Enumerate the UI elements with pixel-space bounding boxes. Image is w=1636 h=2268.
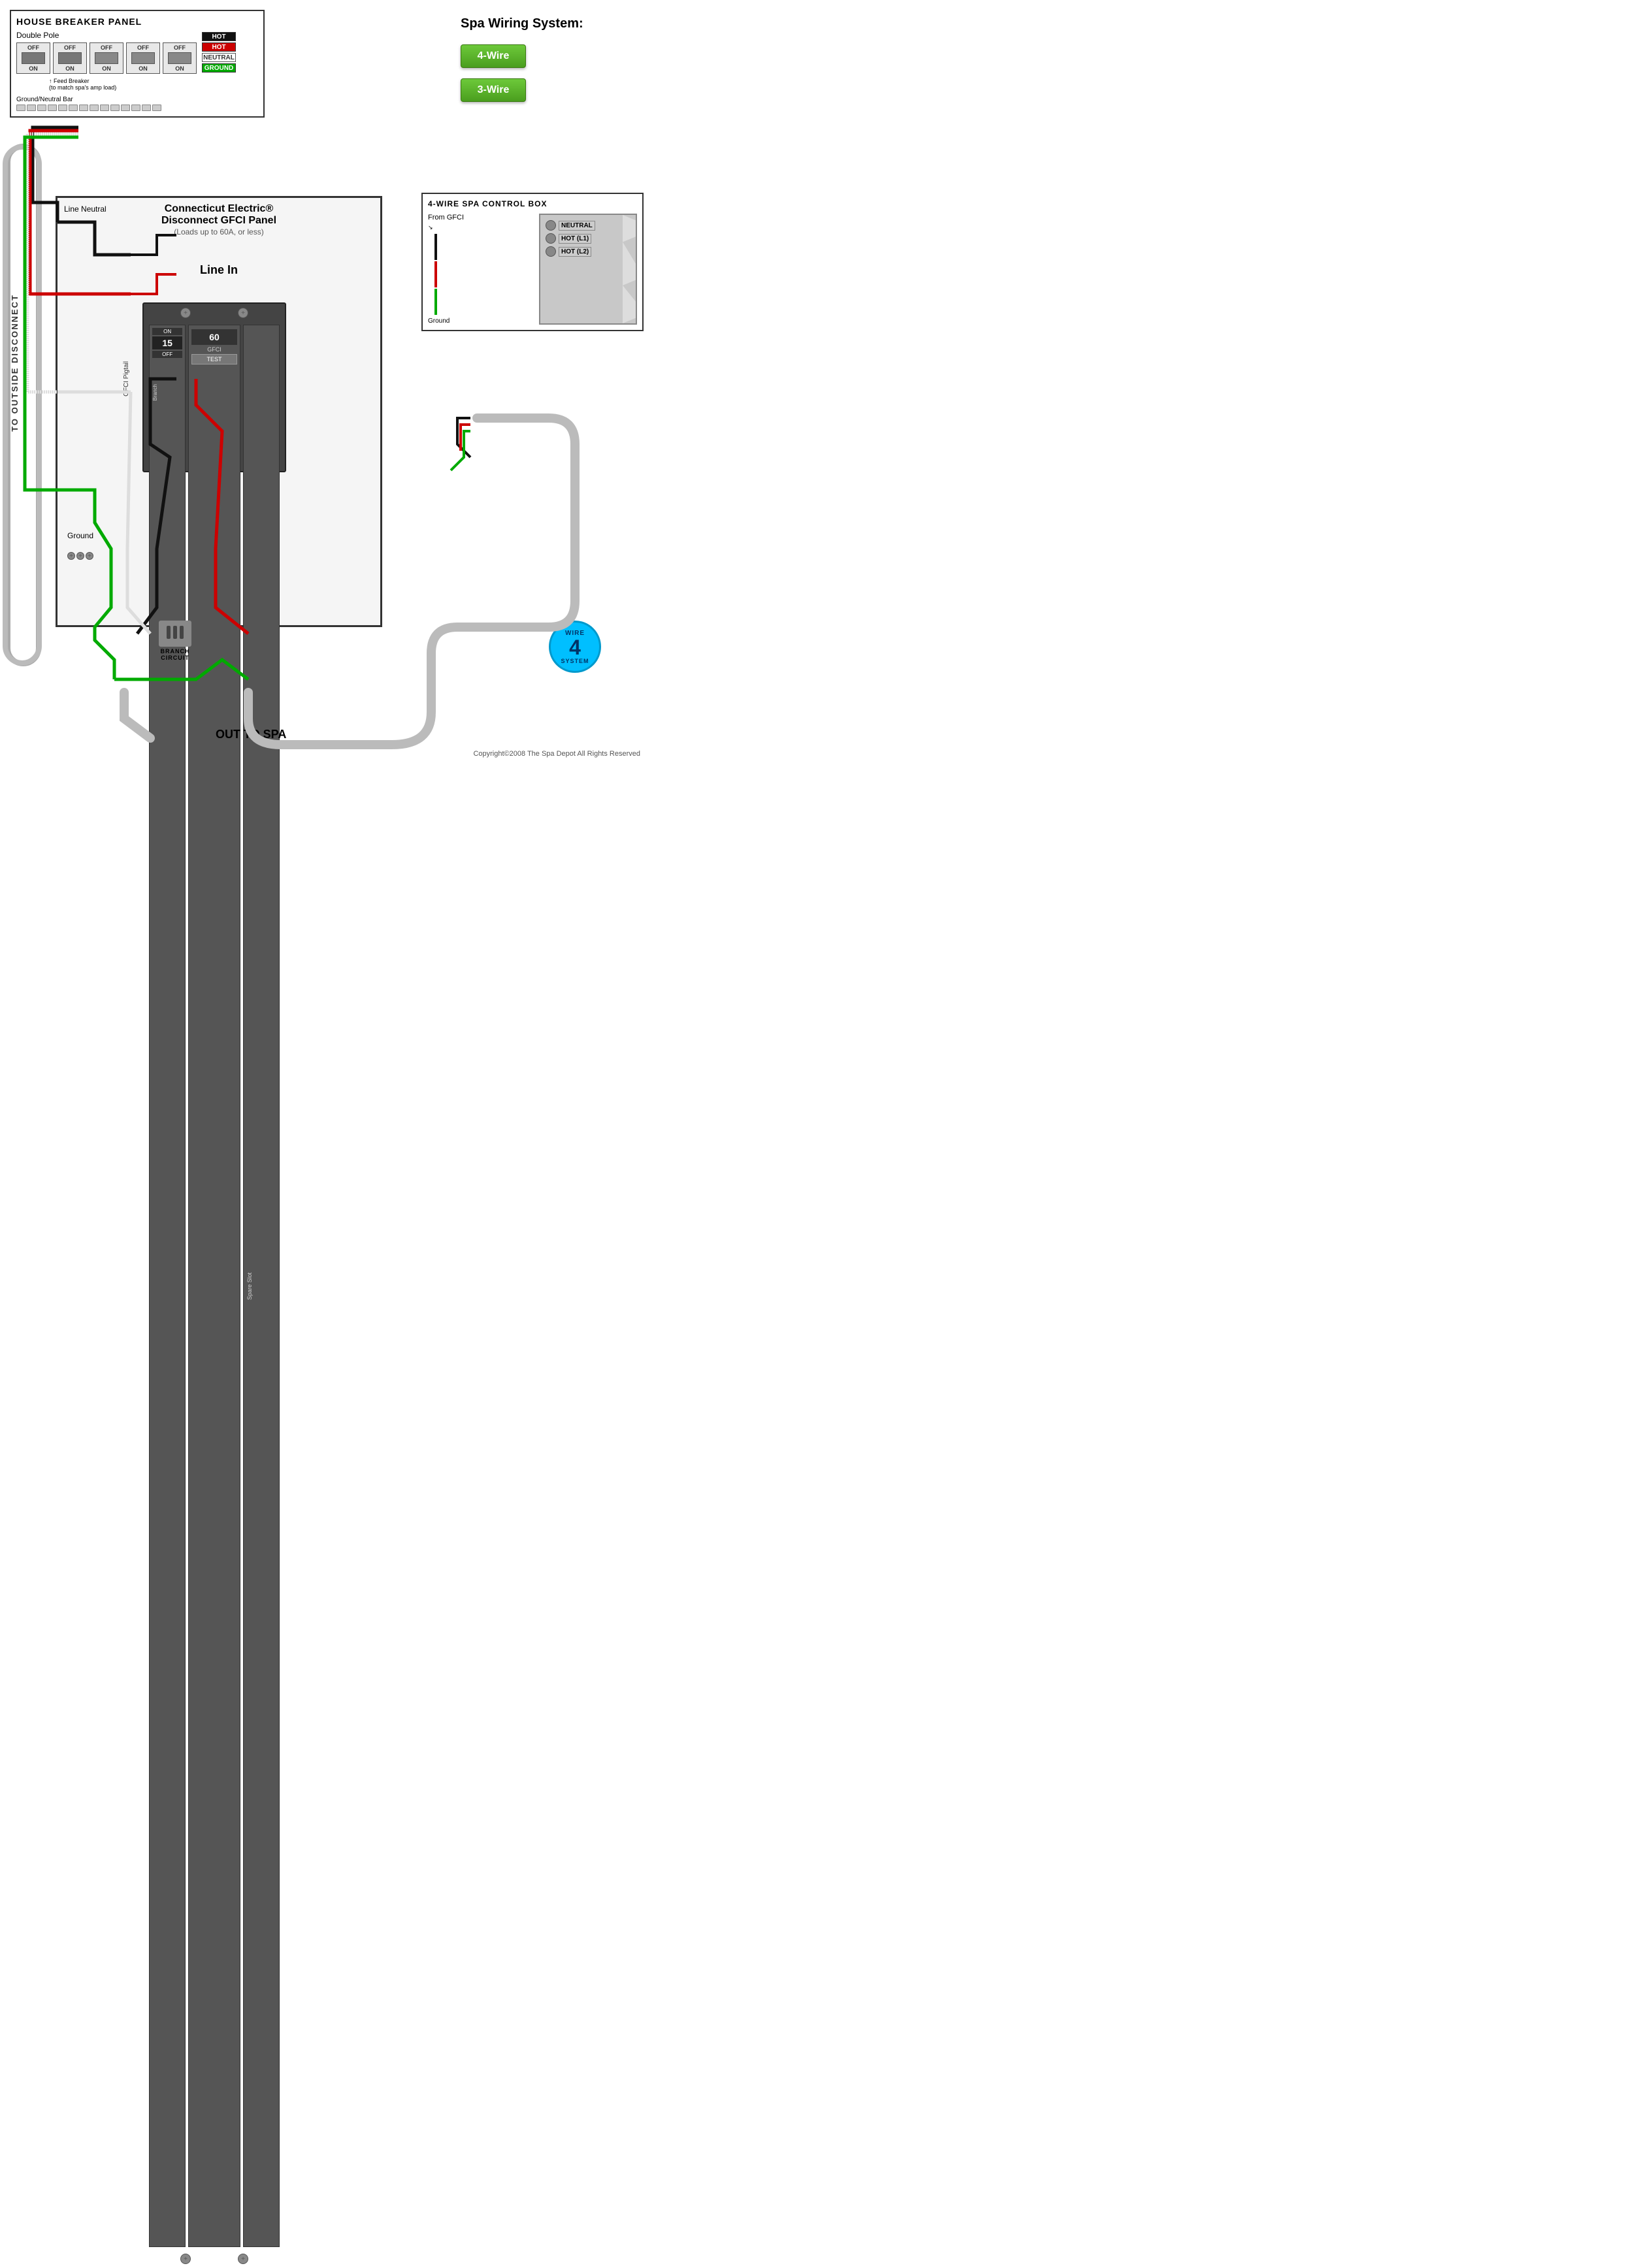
ground-neutral-label: Ground/Neutral Bar: [16, 96, 197, 103]
terminal-6: [69, 105, 78, 111]
branch-circuit-container: BRANCH CIRCUIT: [159, 621, 191, 661]
terminal-12: [131, 105, 140, 111]
bottom-screws: [144, 2250, 285, 2268]
three-wire-button[interactable]: 3-Wire: [461, 78, 526, 102]
conn-screw-l2: [546, 246, 556, 257]
ground-screw-1: [67, 552, 75, 560]
gfci-test-button[interactable]: TEST: [191, 354, 237, 364]
wire-badge-number: 4: [569, 637, 581, 658]
terminal-3: [37, 105, 46, 111]
terminal-14: [152, 105, 161, 111]
ground-neutral-bar-section: Ground/Neutral Bar: [16, 96, 197, 111]
legend-hot-red: HOT: [202, 42, 238, 52]
feed-breaker-arrow: ↑ Feed Breaker(to match spa's amp load): [49, 78, 197, 91]
legend-hot-black: HOT: [202, 32, 238, 41]
wire-badge-bottom-label: SYSTEM: [561, 658, 589, 664]
breaker-1: OFF ON: [16, 42, 50, 74]
spa-wiring-panel: Spa Wiring System: 4-Wire 3-Wire: [454, 10, 644, 119]
branch-breaker: ON 15 OFF Branch: [149, 325, 186, 2247]
gfci-label: GFCI: [191, 346, 237, 353]
terminal-8: [90, 105, 99, 111]
terminal-5: [58, 105, 67, 111]
conn-label-neutral: NEUTRAL: [559, 221, 595, 231]
terminal-9: [100, 105, 109, 111]
terminal-bar: [16, 105, 197, 111]
conn-hot-l1: HOT (L1): [546, 233, 630, 244]
gfci-panel-title: Connecticut Electric® Disconnect GFCI Pa…: [161, 203, 276, 227]
spare-slot-label: Spare Slot: [246, 328, 253, 2244]
screw-top-1: [180, 308, 191, 318]
wire-badge: WIRE 4 SYSTEM: [549, 621, 601, 673]
ground-screw-3: [86, 552, 93, 560]
screw-bottom-2: [238, 2254, 248, 2264]
gfci-breaker: 60 GFCI TEST: [188, 325, 240, 2247]
conn-label-l1: HOT (L1): [559, 234, 591, 244]
gfci-panel: Connecticut Electric® Disconnect GFCI Pa…: [56, 196, 382, 627]
copyright: Copyright©2008 The Spa Depot All Rights …: [473, 750, 640, 758]
terminal-10: [110, 105, 120, 111]
terminal-7: [79, 105, 88, 111]
spa-control-title: 4-WIRE SPA CONTROL BOX: [428, 199, 637, 208]
ground-label-panel: Ground: [67, 531, 93, 540]
spa-control-box: 4-WIRE SPA CONTROL BOX From GFCI ↘ Groun…: [421, 193, 644, 331]
terminal-4: [48, 105, 57, 111]
line-neutral-label: Line Neutral: [64, 204, 106, 214]
gfci-pigtail-label: GFCI Pigtail: [123, 361, 130, 397]
out-to-spa-label: OUT TO SPA: [216, 728, 286, 741]
conn-screw-l1: [546, 233, 556, 244]
terminal-1: [16, 105, 25, 111]
terminal-13: [142, 105, 151, 111]
screw-top-2: [238, 308, 248, 318]
branch-number: 15: [152, 336, 182, 349]
breaker-legend: HOT HOT NEUTRAL GROUND: [202, 32, 238, 111]
from-gfci-label: From GFCI: [428, 214, 532, 221]
four-wire-button[interactable]: 4-Wire: [461, 44, 526, 68]
branch-circuit-label: BRANCH CIRCUIT: [159, 648, 191, 661]
breaker-5: OFF ON: [163, 42, 197, 74]
on-indicator: ON: [152, 328, 182, 335]
breaker-module: ON 15 OFF Branch 60 GFCI TEST Spare Slot: [142, 302, 286, 472]
branch-circuit-plug: [159, 621, 191, 647]
spa-wiring-title: Spa Wiring System:: [461, 16, 637, 31]
breaker-2: OFF ON: [53, 42, 87, 74]
conn-screw-neutral: [546, 220, 556, 231]
conn-neutral: NEUTRAL: [546, 220, 630, 231]
ground-label-spa: Ground: [428, 317, 532, 325]
legend-ground: GROUND: [202, 63, 238, 73]
breaker-inner: ON 15 OFF Branch 60 GFCI TEST Spare Slot: [144, 322, 285, 2250]
legend-neutral: NEUTRAL: [202, 53, 238, 62]
conn-hot-l2: HOT (L2): [546, 246, 630, 257]
gfci-number: 60: [191, 329, 237, 345]
house-breaker-panel: HOUSE BREAKER PANEL Double Pole OFF ON O…: [10, 10, 265, 118]
terminal-11: [121, 105, 130, 111]
house-breaker-title: HOUSE BREAKER PANEL: [16, 16, 258, 27]
main-container: HOUSE BREAKER PANEL Double Pole OFF ON O…: [0, 0, 653, 764]
ground-screw-2: [76, 552, 84, 560]
top-screws: [144, 304, 285, 322]
off-indicator: OFF: [152, 351, 182, 358]
gfci-panel-subtitle: (Loads up to 60A, or less): [174, 227, 263, 236]
conduit-left: [5, 144, 41, 666]
conn-label-l2: HOT (L2): [559, 247, 591, 257]
double-pole-label: Double Pole: [16, 31, 197, 40]
ground-screw-row: [67, 552, 93, 560]
breaker-3: OFF ON: [90, 42, 123, 74]
terminal-2: [27, 105, 36, 111]
branch-label: Branch: [152, 384, 158, 400]
breakers-row: OFF ON OFF ON OFF ON: [16, 42, 197, 74]
control-panel-graphic: NEUTRAL HOT (L1) HOT (L2): [539, 214, 637, 325]
line-in-label: Line In: [200, 263, 238, 277]
screw-bottom-1: [180, 2254, 191, 2264]
breaker-4: OFF ON: [126, 42, 160, 74]
spare-slot: Spare Slot: [243, 325, 280, 2247]
